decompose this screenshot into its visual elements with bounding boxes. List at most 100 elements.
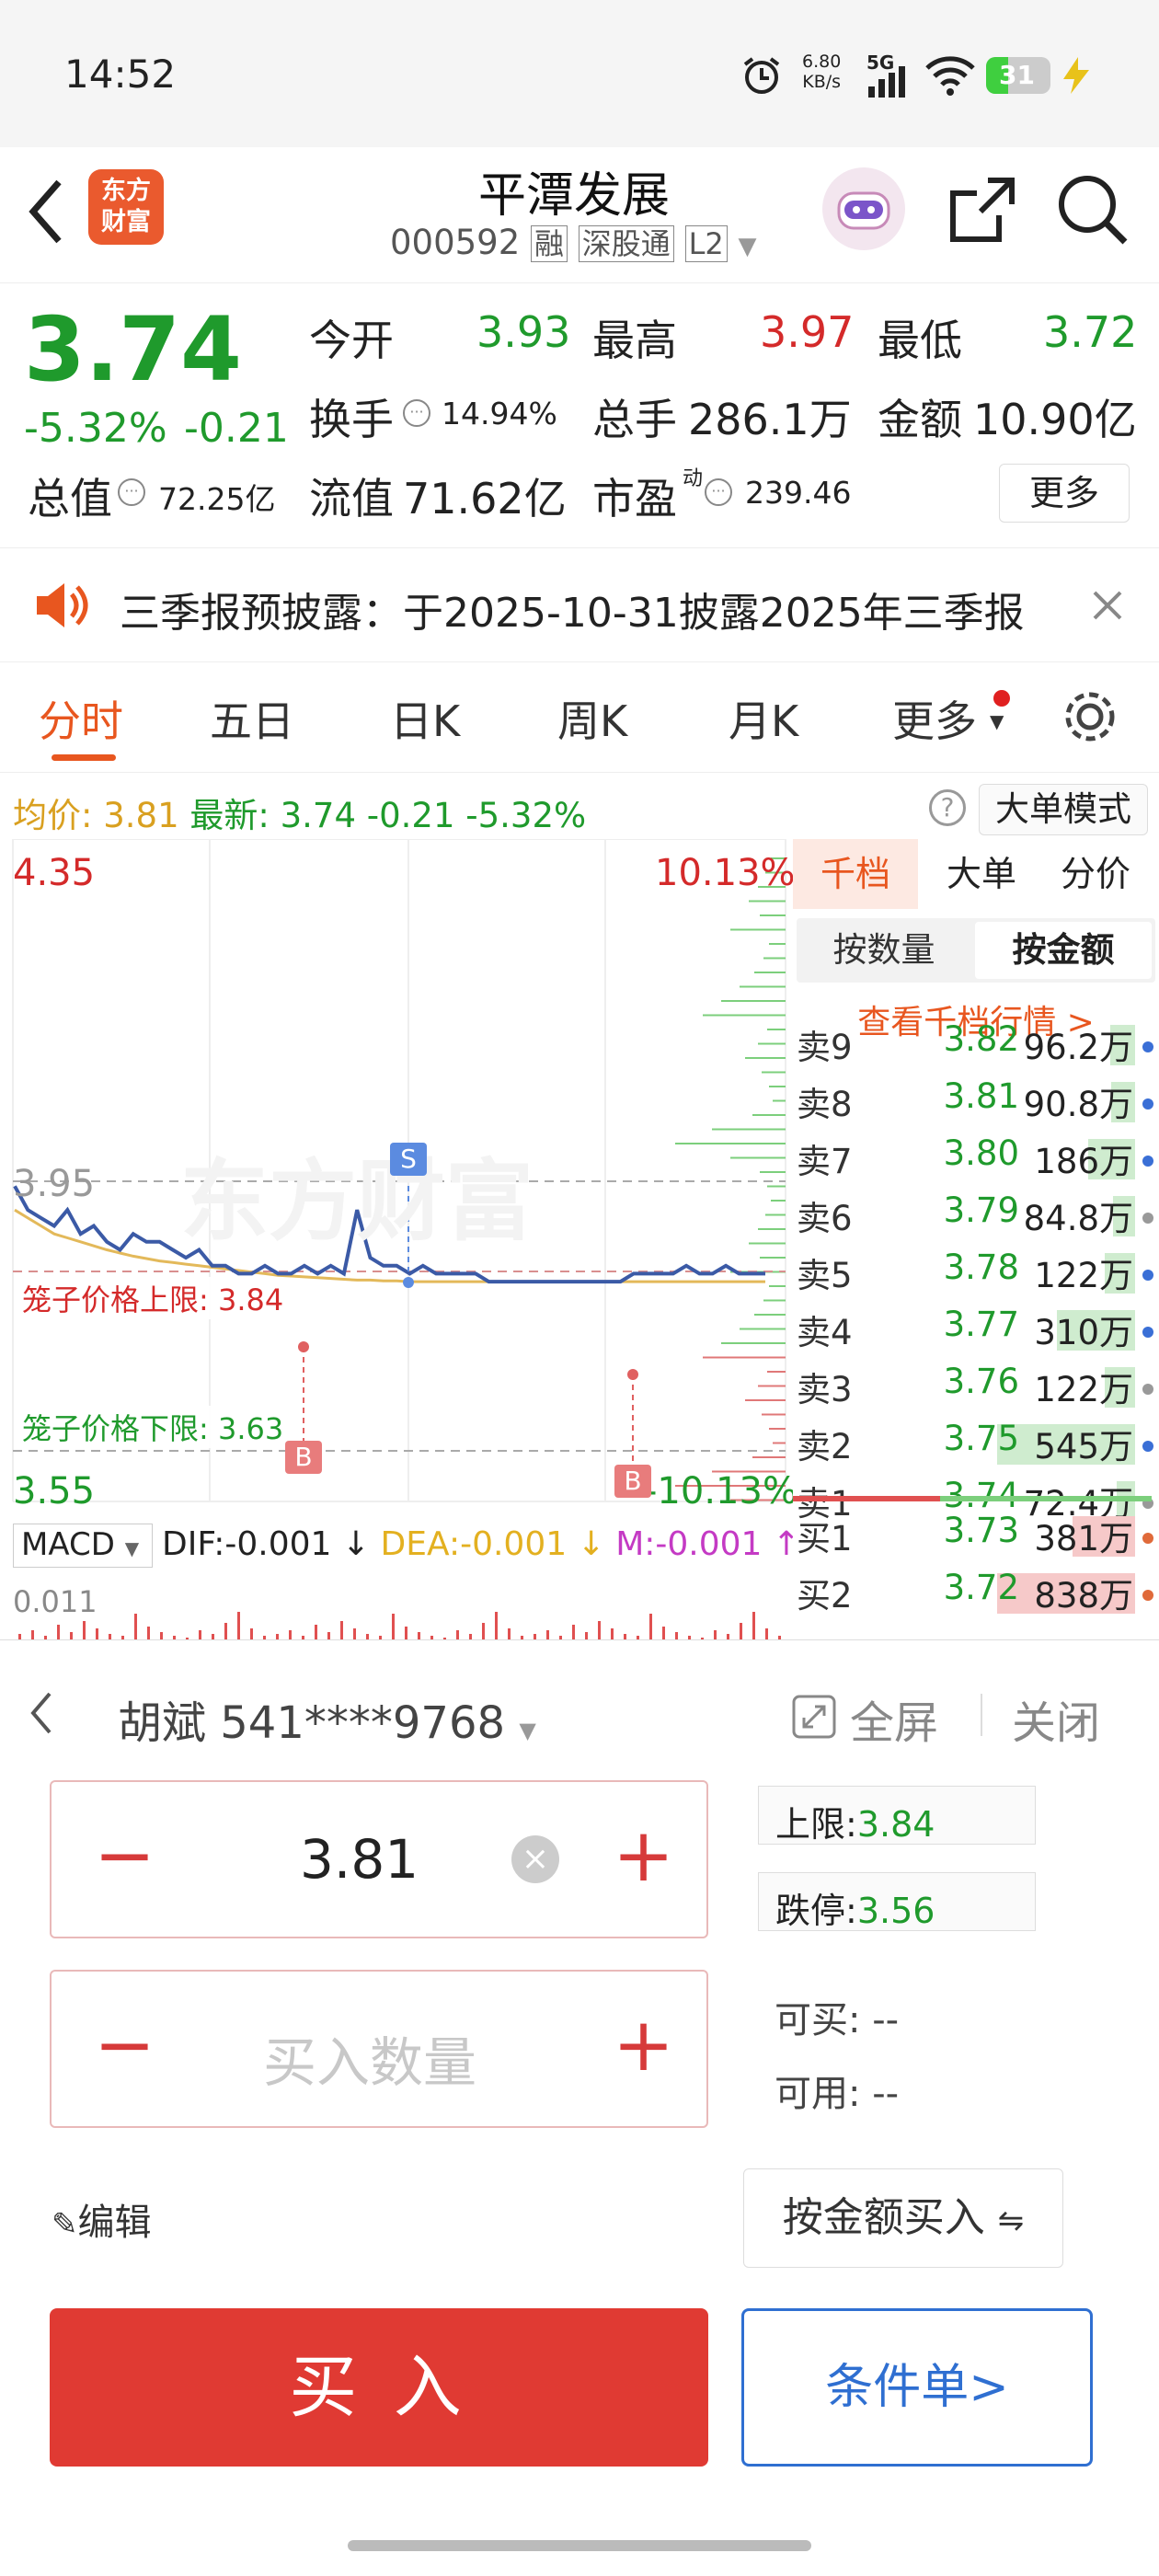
ask-row[interactable]: 卖9 3.82 96.2万 — [793, 1019, 1159, 1071]
back-icon[interactable] — [22, 175, 68, 248]
search-icon[interactable] — [1056, 173, 1130, 247]
fullscreen-icon[interactable] — [791, 1694, 837, 1740]
avg-price: 3.81 — [103, 796, 179, 835]
ask-row[interactable]: 卖2 3.75 545万 — [793, 1419, 1159, 1470]
clear-icon[interactable]: × — [511, 1835, 559, 1883]
indicator-dot — [1142, 1384, 1153, 1395]
level-label: 卖4 — [797, 1313, 853, 1352]
macd-values: DIF:-0.001 ↓ DEA:-0.001 ↓ M:-0.001 ↑ — [162, 1525, 801, 1563]
tab-monthly-k[interactable]: 月K — [729, 688, 798, 749]
tab-intraday[interactable]: 分时 — [39, 688, 123, 749]
plus-icon[interactable]: + — [613, 2008, 674, 2082]
level-price: 3.77 — [943, 1305, 1019, 1344]
info-icon[interactable]: ··· — [705, 478, 732, 506]
net-speed: 6.80 KB/s — [802, 52, 842, 92]
level-price: 3.79 — [943, 1190, 1019, 1230]
level-amount: 122万 — [1034, 1256, 1133, 1295]
turnover-label: 换手 — [309, 395, 394, 444]
pencil-icon: ✎ — [52, 2206, 78, 2243]
level-price: 3.78 — [943, 1248, 1019, 1287]
intraday-chart[interactable]: 东方财富 4.35 10.13% 3.95 笼子价格上限: 3.84 笼子价格下… — [0, 839, 800, 1639]
account-selector[interactable]: 胡斌 541****9768 ▼ — [118, 1686, 536, 1751]
cage-lower-label: 笼子价格下限: 3.63 — [22, 1406, 284, 1448]
close-button[interactable]: 关闭 — [1012, 1686, 1100, 1751]
ask-row[interactable]: 卖5 3.78 122万 — [793, 1248, 1159, 1299]
quantity-input[interactable]: 买入数量 — [263, 2019, 476, 2097]
macd-dea: DEA:-0.001 — [380, 1525, 568, 1563]
minus-icon[interactable]: − — [94, 2008, 155, 2082]
chevron-down-icon: ▼ — [990, 710, 1004, 732]
volume-label: 总手 — [592, 395, 677, 444]
pe-value: 239.46 — [745, 475, 852, 511]
battery-icon: 31 — [986, 57, 1050, 94]
level-amount: 310万 — [1034, 1313, 1133, 1352]
tag-margin: 融 — [531, 225, 568, 262]
by-quantity-option[interactable]: 按数量 — [797, 918, 971, 983]
bid-row[interactable]: 买2 3.72 838万 — [793, 1568, 1159, 1619]
plus-icon[interactable]: + — [613, 1819, 674, 1892]
ask-row[interactable]: 卖8 3.81 90.8万 — [793, 1076, 1159, 1128]
status-bar: 14:52 6.80 KB/s 5G 31 — [0, 0, 1159, 147]
app-logo[interactable]: 东方 财富 — [88, 169, 164, 245]
divider-bar — [793, 1496, 1152, 1501]
minus-icon[interactable]: − — [94, 1819, 155, 1892]
assistant-avatar[interactable] — [822, 167, 905, 250]
notice-bar[interactable]: 三季报预披露：于2025-10-31披露2025年三季报 — [0, 550, 1159, 662]
high-label: 最高 — [592, 316, 677, 365]
buy-marker[interactable]: B — [614, 1465, 651, 1498]
more-button[interactable]: 更多 — [999, 464, 1130, 523]
ask-row[interactable]: 卖4 3.77 310万 — [793, 1305, 1159, 1356]
buy-marker[interactable]: B — [285, 1441, 322, 1474]
help-icon[interactable]: ? — [929, 789, 966, 826]
can-buy-row: 可买: -- — [775, 1999, 900, 2041]
cage-upper-box: 上限:3.84 — [758, 1786, 1036, 1845]
stock-code: 000592 — [390, 223, 521, 262]
fullscreen-button[interactable]: 全屏 — [850, 1686, 938, 1751]
by-amount-option[interactable]: 按金额 — [975, 922, 1152, 979]
tab-daily-k[interactable]: 日K — [390, 688, 460, 749]
ask-row[interactable]: 卖6 3.79 84.8万 — [793, 1190, 1159, 1242]
level-label: 卖6 — [797, 1199, 853, 1238]
back-icon[interactable] — [28, 1690, 55, 1736]
level-label: 买2 — [797, 1576, 853, 1616]
tab-five-day[interactable]: 五日 — [210, 688, 294, 749]
price-input[interactable]: 3.81 — [300, 1828, 419, 1891]
tab-thousand-levels[interactable]: 千档 — [793, 839, 918, 909]
y-min-pct-label: -10.13% — [644, 1470, 798, 1512]
close-icon[interactable] — [1091, 589, 1124, 622]
ask-row[interactable]: 卖7 3.80 186万 — [793, 1133, 1159, 1185]
info-icon[interactable]: ··· — [403, 399, 430, 427]
tab-weekly-k[interactable]: 周K — [557, 688, 627, 749]
settings-gear-icon[interactable] — [1060, 686, 1120, 747]
change-amount: -0.21 — [184, 405, 289, 452]
info-icon[interactable]: ··· — [118, 478, 145, 506]
amount-label: 金额 — [878, 395, 962, 444]
limit-down-box: 跌停:3.56 — [758, 1872, 1036, 1931]
indicator-dot — [1142, 1156, 1153, 1167]
ask-row[interactable]: 卖3 3.76 122万 — [793, 1362, 1159, 1413]
mktcap-value: 72.25亿 — [158, 481, 276, 517]
sell-marker[interactable]: S — [390, 1143, 427, 1176]
indicator-dot — [1142, 1327, 1153, 1338]
level-label: 卖9 — [797, 1028, 853, 1067]
tab-more[interactable]: 更多 — [892, 688, 977, 749]
low-label: 最低 — [878, 316, 962, 365]
level-amount: 545万 — [1034, 1427, 1133, 1466]
buy-button[interactable]: 买 入 — [50, 2308, 708, 2467]
level-label: 卖8 — [797, 1085, 853, 1124]
conditional-order-button[interactable]: 条件单> — [741, 2308, 1093, 2467]
stock-meta[interactable]: 000592 融 深股通 L2 ▼ — [390, 221, 757, 263]
big-order-mode-button[interactable]: 大单模式 — [979, 784, 1148, 835]
quote-panel: 3.74 -5.32% -0.21 今开 3.93 最高 3.97 最低 3.7… — [0, 283, 1159, 548]
tab-big-orders[interactable]: 大单 — [931, 839, 1032, 909]
edit-button[interactable]: ✎编辑 — [52, 2192, 152, 2246]
level-label: 卖5 — [797, 1256, 853, 1295]
bid-row[interactable]: 买1 3.73 381万 — [793, 1511, 1159, 1562]
level-price: 3.81 — [943, 1076, 1019, 1116]
indicator-select[interactable]: MACD ▼ — [13, 1524, 153, 1568]
alarm-icon — [743, 57, 780, 94]
share-icon[interactable] — [947, 175, 1017, 245]
indicator-dot — [1142, 1441, 1153, 1452]
tab-price-distribution[interactable]: 分价 — [1045, 839, 1146, 909]
buy-by-amount-toggle[interactable]: 按金额买入 ⇋ — [743, 2168, 1063, 2268]
